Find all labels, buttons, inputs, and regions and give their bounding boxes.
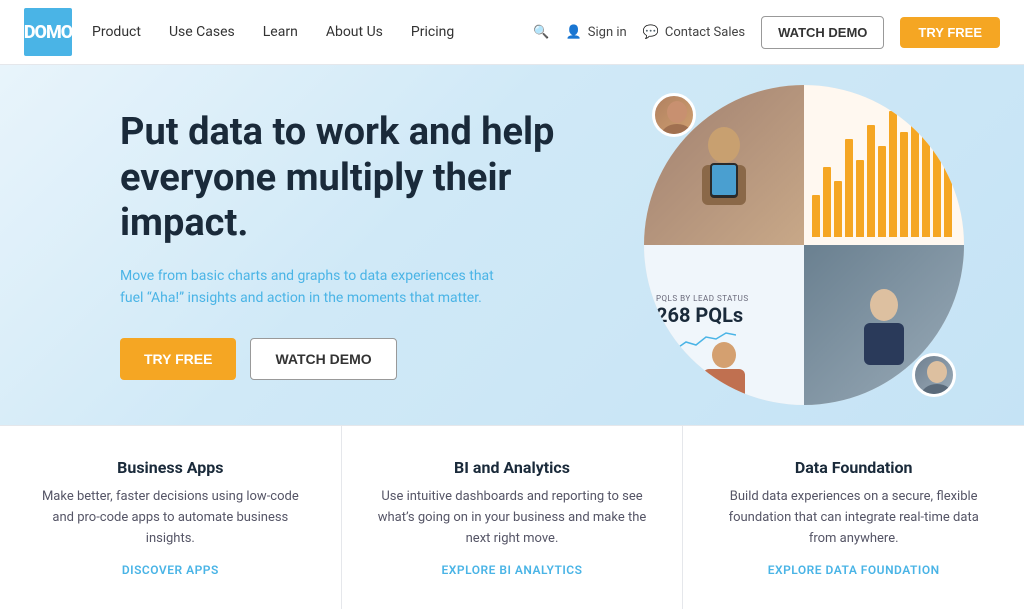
logo[interactable]: DOMO [24,8,72,56]
nav-item-learn[interactable]: Learn [263,24,298,40]
nav-item-use-cases[interactable]: Use Cases [169,24,235,40]
watch-demo-nav-button[interactable]: WATCH DEMO [761,16,884,49]
chart-bar [834,181,842,237]
hero-subtext: Move from basic charts and graphs to dat… [120,265,500,310]
navigation: DOMO Product Use Cases Learn About Us Pr… [0,0,1024,65]
cards-section: Business Apps Make better, faster decisi… [0,425,1024,609]
hero-buttons: TRY FREE WATCH DEMO [120,338,580,380]
hero-chart [804,85,964,245]
contact-sales-button[interactable]: 💬 Contact Sales [643,25,745,40]
nav-item-about[interactable]: About Us [326,24,383,40]
chart-bar [933,97,941,237]
signin-label: Sign in [588,25,627,40]
card-bi-analytics: BI and Analytics Use intuitive dashboard… [342,426,684,609]
collage-q3: PQLs BY LEAD STATUS 268 PQLs [644,245,804,405]
watch-demo-hero-button[interactable]: WATCH DEMO [250,338,396,380]
search-icon: 🔍 [533,25,549,40]
chat-icon: 💬 [643,25,659,40]
stats-box: PQLs BY LEAD STATUS 268 PQLs [644,245,804,405]
card-business-apps: Business Apps Make better, faster decisi… [0,426,342,609]
hero-visual: PQLs BY LEAD STATUS 268 PQLs [644,85,964,405]
chart-bar [812,195,820,237]
card-desc-2: Use intuitive dashboards and reporting t… [378,487,647,549]
card-title-2: BI and Analytics [378,458,647,477]
nav-item-pricing[interactable]: Pricing [411,24,454,40]
hero-heading: Put data to work and help everyone multi… [120,110,580,247]
card-title-1: Business Apps [36,458,305,477]
nav-links: Product Use Cases Learn About Us Pricing [92,24,533,40]
nav-right: 🔍 👤 Sign in 💬 Contact Sales WATCH DEMO T… [533,16,1000,49]
avatar-1 [652,93,696,137]
chart-bar [889,111,897,237]
chart-bar [944,114,952,237]
chart-bar [900,132,908,237]
card-link-3[interactable]: EXPLORE DATA FOUNDATION [719,563,988,577]
chart-bar [878,146,886,237]
card-desc-1: Make better, faster decisions using low-… [36,487,305,549]
card-title-3: Data Foundation [719,458,988,477]
nav-item-product[interactable]: Product [92,24,141,40]
card-desc-3: Build data experiences on a secure, flex… [719,487,988,549]
chart-bar [845,139,853,237]
hero-collage: PQLs BY LEAD STATUS 268 PQLs [644,85,964,405]
logo-text: DOMO [24,22,72,43]
chart-bar [867,125,875,237]
search-button[interactable]: 🔍 [533,25,549,40]
contact-label: Contact Sales [665,25,745,40]
hero-content: Put data to work and help everyone multi… [120,110,580,380]
signin-button[interactable]: 👤 Sign in [566,25,627,40]
chart-bar [911,104,919,237]
stats-value: 268 PQLs [656,303,792,327]
card-data-foundation: Data Foundation Build data experiences o… [683,426,1024,609]
card-link-1[interactable]: DISCOVER APPS [36,563,305,577]
stats-label: PQLs BY LEAD STATUS [656,294,792,303]
chart-bar [823,167,831,237]
avatar-2 [912,353,956,397]
try-free-hero-button[interactable]: TRY FREE [120,338,236,380]
user-icon: 👤 [566,25,582,40]
chart-bar [922,118,930,237]
try-free-nav-button[interactable]: TRY FREE [900,17,1000,48]
collage-q2 [804,85,964,245]
chart-bar [856,160,864,237]
card-link-2[interactable]: EXPLORE BI ANALYTICS [378,563,647,577]
hero-section: Put data to work and help everyone multi… [0,65,1024,425]
